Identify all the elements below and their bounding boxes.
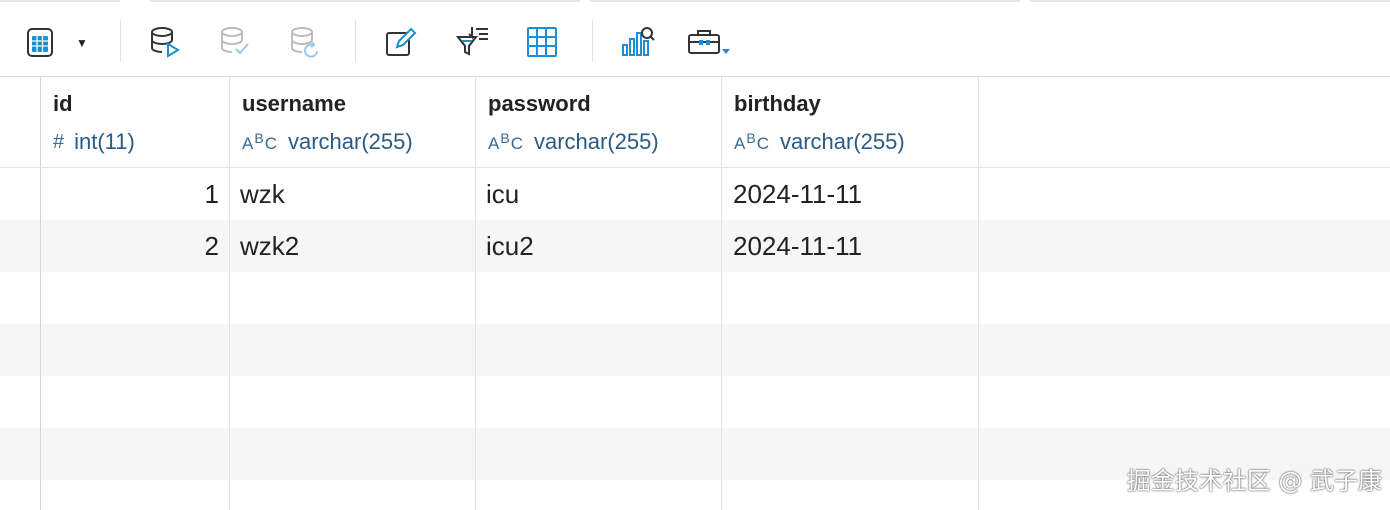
column-name: username: [242, 91, 346, 116]
filter-sort-icon: [455, 27, 488, 56]
toolbar-divider: [355, 20, 356, 62]
column-type-label: int(11): [74, 129, 135, 154]
cell-username[interactable]: wzk: [240, 179, 285, 210]
text-type-icon: ABC: [242, 130, 278, 153]
chart-button[interactable]: [618, 22, 658, 62]
column-header-id[interactable]: id # int(11): [41, 77, 229, 167]
column-header-birthday[interactable]: birthday ABC varchar(255): [722, 77, 978, 167]
column-type: ABC varchar(255): [734, 129, 905, 155]
empty-row: [0, 376, 1390, 428]
rollback-button[interactable]: [285, 22, 325, 62]
column-name: id: [53, 91, 73, 116]
cell-id[interactable]: 2: [41, 231, 219, 262]
toolbar-divider: [592, 20, 593, 62]
pencil-icon: [386, 27, 417, 56]
empty-row: [0, 324, 1390, 376]
text-type-icon: ABC: [488, 130, 524, 153]
empty-row: [0, 272, 1390, 324]
tools-menu-button[interactable]: [686, 22, 734, 62]
column-divider[interactable]: [978, 77, 979, 510]
column-name: birthday: [734, 91, 821, 116]
column-type: # int(11): [53, 129, 135, 155]
edit-button[interactable]: [380, 22, 420, 62]
column-name: password: [488, 91, 591, 116]
column-type-label: varchar(255): [287, 129, 413, 154]
database-revert-icon: [291, 27, 318, 58]
row-gutter[interactable]: [0, 77, 41, 510]
watermark: 掘金技术社区 @ 武子康: [1126, 467, 1382, 495]
chart-search-icon: [622, 27, 655, 56]
text-type-icon: ABC: [734, 130, 770, 153]
column-type: ABC varchar(255): [488, 129, 659, 155]
cell-id[interactable]: 1: [41, 179, 219, 210]
header-divider: [0, 167, 1390, 168]
calculator-button[interactable]: [20, 22, 60, 62]
cell-username[interactable]: wzk2: [240, 231, 299, 262]
cell-birthday[interactable]: 2024-11-11: [733, 179, 862, 210]
column-header-password[interactable]: password ABC varchar(255): [476, 77, 721, 167]
column-header-username[interactable]: username ABC varchar(255): [230, 77, 475, 167]
cell-birthday[interactable]: 2024-11-11: [733, 231, 862, 262]
commit-button[interactable]: [215, 22, 255, 62]
calculator-dropdown-chevron-icon[interactable]: ▼: [76, 36, 88, 50]
cell-password[interactable]: icu: [486, 179, 519, 210]
database-run-icon: [151, 27, 180, 58]
tab-strip-line: [0, 0, 1390, 2]
data-grid: id # int(11) username ABC varchar(255) p…: [0, 77, 1390, 510]
column-type: ABC varchar(255): [242, 129, 413, 155]
filter-sort-button[interactable]: [452, 22, 492, 62]
grid-view-button[interactable]: [522, 22, 562, 62]
column-type-label: varchar(255): [779, 129, 905, 154]
column-type-label: varchar(255): [533, 129, 659, 154]
number-type-icon: #: [53, 130, 65, 153]
toolbar-divider: [120, 20, 121, 62]
database-check-icon: [221, 27, 249, 55]
calculator-icon: [27, 28, 53, 57]
toolbox-icon: [688, 30, 730, 54]
toolbar: ▼: [0, 0, 1390, 77]
run-button[interactable]: [145, 22, 185, 62]
grid-icon: [527, 27, 557, 57]
cell-password[interactable]: icu2: [486, 231, 534, 262]
